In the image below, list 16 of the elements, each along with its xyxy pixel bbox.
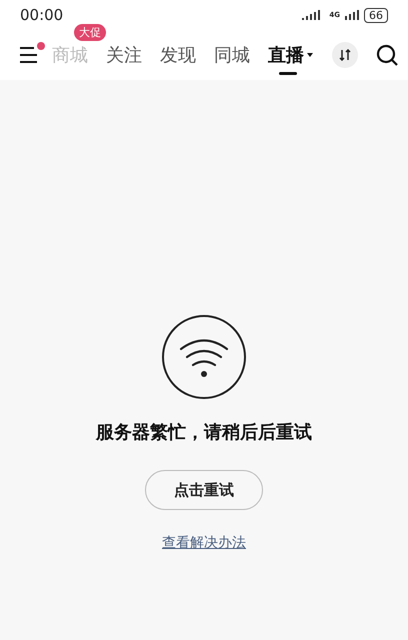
retry-button[interactable]: 点击重试 [145,470,263,510]
nav-tab[interactable]: 同城 [214,35,250,75]
status-time: 00:00 [20,6,64,24]
signal-icon [345,10,359,20]
nav-tab[interactable]: 关注 [106,35,142,75]
promo-badge: 大促 [74,24,106,41]
nav-tab[interactable]: 直播 [268,35,313,75]
swap-icon [339,49,351,61]
search-icon[interactable] [376,44,398,66]
battery-level: 66 [364,8,388,22]
menu-icon[interactable] [20,46,40,64]
help-link[interactable]: 查看解决办法 [162,534,246,552]
wifi-icon [161,314,247,400]
swap-button[interactable] [332,42,358,68]
error-message: 服务器繁忙，请稍后后重试 [96,421,312,444]
nav-tab[interactable]: 发现 [160,35,196,75]
